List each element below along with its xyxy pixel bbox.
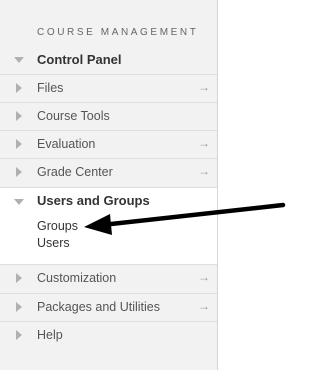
annotation-arrow-icon	[84, 202, 286, 235]
